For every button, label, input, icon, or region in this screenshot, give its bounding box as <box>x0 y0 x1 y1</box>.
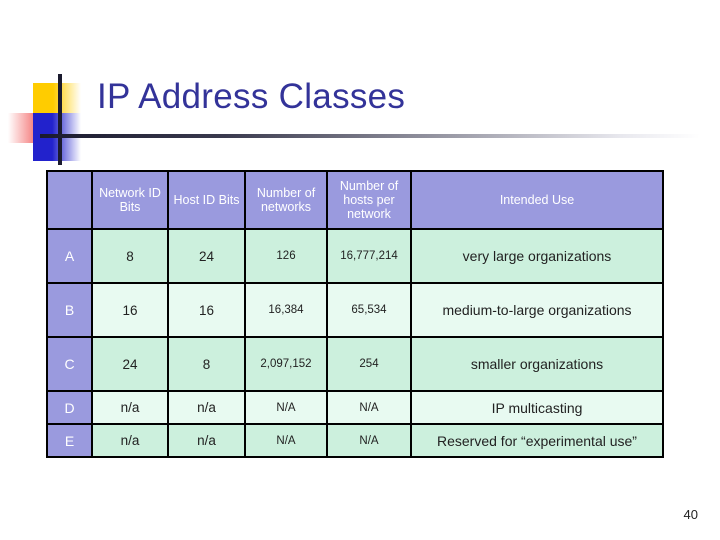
table-row: B 16 16 16,384 65,534 medium-to-large or… <box>46 282 664 338</box>
table-row: D n/a n/a N/A N/A IP multicasting <box>46 390 664 425</box>
cell-hosts-per-network: N/A <box>326 423 412 458</box>
table-header: Network ID Bits Host ID Bits Number of n… <box>46 170 664 230</box>
cell-class: E <box>46 423 93 458</box>
column-header-host-id-bits: Host ID Bits <box>167 170 246 230</box>
cell-intended-use: smaller organizations <box>410 336 664 392</box>
cell-host-id-bits: n/a <box>167 423 246 458</box>
column-header-hosts-per-network: Number of hosts per network <box>326 170 412 230</box>
cell-class: A <box>46 228 93 284</box>
decoration-red-square <box>8 113 60 143</box>
column-header-class <box>46 170 93 230</box>
column-header-intended-use: Intended Use <box>410 170 664 230</box>
cell-number-of-networks: 126 <box>244 228 328 284</box>
cell-number-of-networks: N/A <box>244 390 328 425</box>
cell-number-of-networks: 16,384 <box>244 282 328 338</box>
decoration-yellow-square <box>33 83 81 117</box>
cell-intended-use: very large organizations <box>410 228 664 284</box>
cell-class: C <box>46 336 93 392</box>
table-row: C 24 8 2,097,152 254 smaller organizatio… <box>46 336 664 392</box>
cell-class: D <box>46 390 93 425</box>
cell-hosts-per-network: N/A <box>326 390 412 425</box>
table-body: A 8 24 126 16,777,214 very large organiz… <box>46 228 664 458</box>
cell-host-id-bits: 8 <box>167 336 246 392</box>
cell-intended-use: IP multicasting <box>410 390 664 425</box>
ip-address-classes-table: Network ID Bits Host ID Bits Number of n… <box>46 170 664 458</box>
cell-intended-use: Reserved for “experimental use” <box>410 423 664 458</box>
column-header-number-of-networks: Number of networks <box>244 170 328 230</box>
cell-network-id-bits: 24 <box>91 336 169 392</box>
cell-network-id-bits: 8 <box>91 228 169 284</box>
cell-number-of-networks: 2,097,152 <box>244 336 328 392</box>
cell-intended-use: medium-to-large organizations <box>410 282 664 338</box>
table-row: A 8 24 126 16,777,214 very large organiz… <box>46 228 664 284</box>
cell-hosts-per-network: 16,777,214 <box>326 228 412 284</box>
decoration-horizontal-rule <box>40 134 700 138</box>
cell-host-id-bits: 16 <box>167 282 246 338</box>
page-number: 40 <box>683 507 698 522</box>
cell-hosts-per-network: 254 <box>326 336 412 392</box>
table-row: E n/a n/a N/A N/A Reserved for “experime… <box>46 423 664 458</box>
cell-host-id-bits: n/a <box>167 390 246 425</box>
cell-network-id-bits: n/a <box>91 423 169 458</box>
table-header-row: Network ID Bits Host ID Bits Number of n… <box>46 170 664 230</box>
cell-host-id-bits: 24 <box>167 228 246 284</box>
ip-address-classes-table-wrapper: Network ID Bits Host ID Bits Number of n… <box>46 170 664 458</box>
decoration-vertical-rule <box>58 74 62 165</box>
cell-hosts-per-network: 65,534 <box>326 282 412 338</box>
cell-network-id-bits: n/a <box>91 390 169 425</box>
column-header-network-id-bits: Network ID Bits <box>91 170 169 230</box>
page-title: IP Address Classes <box>97 77 406 116</box>
cell-class: B <box>46 282 93 338</box>
decoration-blue-square <box>33 113 81 161</box>
cell-number-of-networks: N/A <box>244 423 328 458</box>
cell-network-id-bits: 16 <box>91 282 169 338</box>
